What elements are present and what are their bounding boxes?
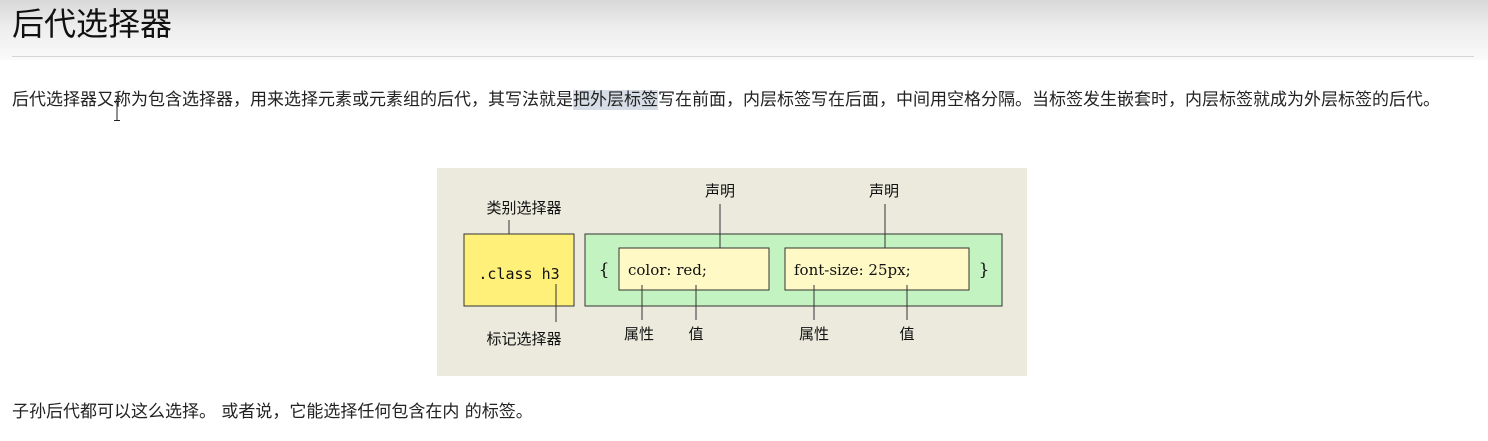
declaration-1-text: color: red;: [628, 261, 707, 279]
brace-close: }: [979, 260, 990, 280]
title-divider: [12, 56, 1474, 57]
value-1-label: 值: [688, 325, 703, 343]
brace-open: {: [599, 260, 610, 280]
selector-code: .class h3: [478, 265, 559, 283]
intro-text-before: 后代选择器又称为包含选择器，用来选择元素或元素组的后代，其写法就是: [12, 90, 573, 110]
declaration-1-label: 声明: [705, 182, 735, 200]
selector-diagram: 类别选择器 .class h3 标记选择器 { } 声明 color: red;…: [437, 168, 1027, 376]
intro-paragraph: 后代选择器又称为包含选择器，用来选择元素或元素组的后代，其写法就是把外层标签写在…: [12, 86, 1474, 115]
tag-selector-label: 标记选择器: [486, 330, 561, 348]
declaration-2-text: font-size: 25px;: [794, 261, 911, 279]
property-2-label: 属性: [799, 325, 829, 343]
selected-text-highlight: 把外层标签: [573, 90, 658, 110]
declaration-2-label: 声明: [869, 182, 899, 200]
value-2-label: 值: [899, 325, 914, 343]
intro-text-after: 写在前面，内层标签写在后面，中间用空格分隔。当标签发生嵌套时，内层标签就成为外层…: [658, 90, 1440, 110]
page-title: 后代选择器: [12, 5, 173, 43]
header-band: [0, 0, 1488, 60]
ibeam-cursor-icon: [114, 101, 120, 121]
property-1-label: 属性: [624, 325, 654, 343]
footer-paragraph: 子孙后代都可以这么选择。 或者说，它能选择任何包含在内 的标签。: [12, 402, 533, 422]
class-selector-label: 类别选择器: [486, 199, 561, 217]
